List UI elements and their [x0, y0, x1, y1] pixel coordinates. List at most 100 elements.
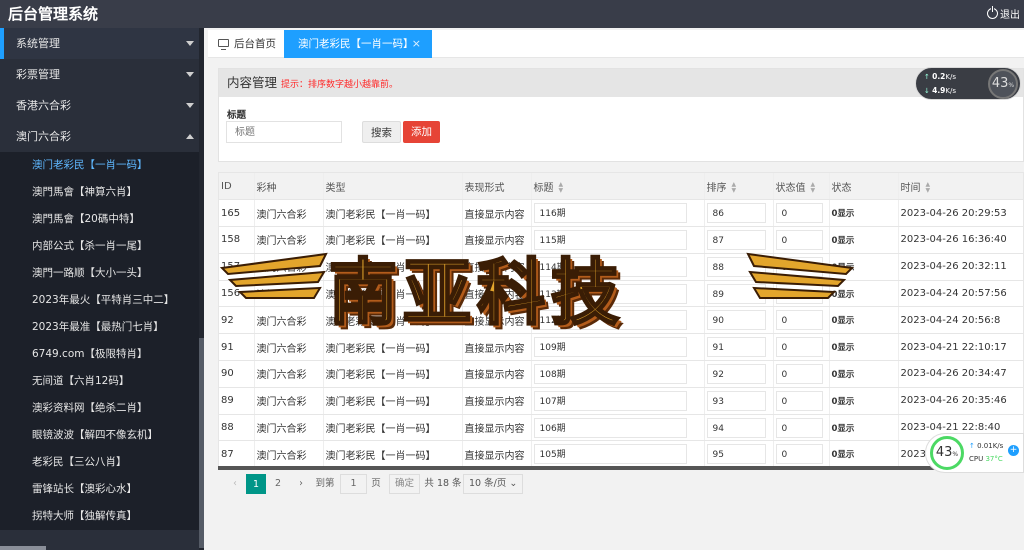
page-size-select[interactable]: 10 条/页 ⌄	[463, 474, 524, 494]
submenu-item[interactable]: 澳彩资料网【绝杀二肖】	[0, 395, 204, 422]
cell-title[interactable]: 106期	[531, 414, 705, 442]
close-icon[interactable]: ×	[412, 30, 421, 58]
cell-order-input[interactable]: 92	[706, 363, 766, 384]
submenu-item[interactable]: 雷锋站长【澳彩心水】	[0, 476, 204, 503]
cell-time: 2023-04-26 20:35:46	[898, 387, 1023, 415]
cell-title[interactable]: 116期	[531, 199, 705, 228]
menu-macau[interactable]: 澳门六合彩	[0, 121, 204, 152]
scrollbar-thumb[interactable]	[199, 338, 204, 548]
tab-current[interactable]: 澳门老彩民【一肖一码】 ×	[284, 30, 432, 58]
submenu-item[interactable]: 澳門馬會【20碼中特】	[0, 206, 204, 233]
arrow-up-icon: ↑	[924, 73, 930, 81]
menu-lottery[interactable]: 彩票管理	[0, 59, 204, 90]
col-status[interactable]: 状态	[829, 173, 899, 201]
submenu-item[interactable]: 内部公式【杀一肖一尾】	[0, 233, 204, 260]
add-button[interactable]: 添加	[403, 121, 440, 143]
table-row[interactable]: 90 澳门六合彩 澳门老彩民【一肖一码】 直接显示内容 108期 92 0 0显示 2023-0…	[219, 360, 1023, 388]
panel-header: 内容管理 提示：排序数字越小越靠前。	[219, 69, 1023, 97]
cell-status-value[interactable]: 0	[773, 360, 830, 388]
cell-order-input[interactable]: 94	[706, 417, 766, 438]
menu-system[interactable]: 系统管理	[0, 28, 204, 59]
cell-title[interactable]: 105期	[531, 440, 705, 467]
page-2-button[interactable]: 2	[268, 474, 288, 494]
cell-order-input[interactable]: 93	[706, 390, 766, 411]
cell-order-input[interactable]: 95	[706, 444, 766, 465]
sort-icon[interactable]: ▲ ▼	[926, 181, 931, 194]
submenu-item[interactable]: 2023年最准【最热门七肖】	[0, 314, 204, 341]
cell-status-value[interactable]: 0	[773, 440, 830, 467]
col-time[interactable]: 时间 ▲ ▼	[898, 173, 1023, 201]
plus-icon[interactable]: +	[1008, 445, 1019, 456]
cell-time: 2023-04-24 20:57:56	[898, 280, 1023, 308]
sidebar-scrollbar[interactable]	[199, 28, 204, 550]
logout-button[interactable]: 退出	[987, 6, 1020, 21]
cell-order[interactable]: 86	[704, 199, 774, 228]
menu-hk[interactable]: 香港六合彩	[0, 90, 204, 121]
title-input[interactable]	[226, 121, 342, 143]
sort-icon[interactable]: ▲ ▼	[559, 181, 564, 194]
cell-status-value-input[interactable]: 0	[775, 444, 824, 465]
cell-title-input[interactable]: 106期	[533, 417, 687, 438]
table-row[interactable]: 89 澳门六合彩 澳门老彩民【一肖一码】 直接显示内容 107期 93 0 0显示 2023-0…	[219, 387, 1023, 415]
table-row[interactable]: 165 澳门六合彩 澳门老彩民【一肖一码】 直接显示内容 116期 86 0 0显示 2023-…	[219, 199, 1023, 228]
submenu-item[interactable]: 老彩民【三公八肖】	[0, 449, 204, 476]
cell-order-input[interactable]: 86	[706, 203, 766, 224]
next-page-button[interactable]: ›	[292, 474, 310, 494]
cell-order[interactable]: 94	[704, 414, 774, 442]
col-lottery[interactable]: 彩种	[254, 173, 324, 201]
cell-status-value[interactable]: 0	[773, 414, 830, 442]
submenu-item[interactable]: 眼镜波波【解四不像玄机】	[0, 422, 204, 449]
cell-order[interactable]: 93	[704, 387, 774, 415]
page-input[interactable]: 1	[340, 474, 367, 494]
table-row[interactable]: 87澳门六合彩澳门老彩民【一肖一码】直接显示内容105期9500显示2023-0…	[219, 440, 1023, 467]
cell-title-input[interactable]: 109期	[533, 337, 687, 358]
col-display[interactable]: 表现形式	[462, 173, 532, 201]
submenu-item[interactable]: 澳門馬會【神算六肖】	[0, 179, 204, 206]
cell-title-input[interactable]: 116期	[533, 203, 687, 224]
cell-status-value[interactable]: 0	[773, 387, 830, 415]
submenu-item[interactable]: 澳門一路顺【大小一头】	[0, 260, 204, 287]
col-id[interactable]: ID	[219, 173, 255, 201]
page-1-button[interactable]: 1	[246, 474, 266, 494]
prev-page-button[interactable]: ‹	[226, 474, 244, 494]
table-row[interactable]: 88 澳门六合彩 澳门老彩民【一肖一码】 直接显示内容 106期 94 0 0显示 2023-0…	[219, 414, 1023, 442]
cell-time: 2023-04-24 20:56:8	[898, 306, 1023, 335]
cell-status-value-input[interactable]: 0	[775, 363, 824, 384]
sidebar-hscrollbar[interactable]	[0, 546, 46, 550]
submenu-item[interactable]: 拐特大师【独解传真】	[0, 503, 204, 530]
cell-title[interactable]: 108期	[531, 360, 705, 388]
submenu-item[interactable]: 2023年最火【平特肖三中二】	[0, 287, 204, 314]
sort-icon[interactable]: ▲ ▼	[732, 181, 737, 194]
cell-display: 直接显示内容	[462, 387, 532, 415]
col-status-value[interactable]: 状态值 ▲ ▼	[773, 173, 830, 201]
cell-status-value-input[interactable]: 0	[775, 203, 824, 224]
cell-type: 澳门老彩民【一肖一码】	[323, 360, 463, 388]
cell-order[interactable]: 91	[704, 333, 774, 362]
cell-order-input[interactable]: 91	[706, 337, 766, 358]
submenu-item[interactable]: 6749.com【极限特肖】	[0, 341, 204, 368]
cell-status-value[interactable]: 0	[773, 199, 830, 228]
cell-status-value-input[interactable]: 0	[775, 337, 824, 358]
search-button[interactable]: 搜索	[362, 121, 401, 143]
submenu-item[interactable]: 无间道【六肖12码】	[0, 368, 204, 395]
submenu-item[interactable]: 澳门老彩民【一肖一码】	[0, 152, 204, 179]
cell-title-input[interactable]: 107期	[533, 390, 687, 411]
tab-label: 后台首页	[234, 38, 276, 50]
cell-title-input[interactable]: 105期	[533, 444, 687, 465]
network-monitor-widget[interactable]: ↑ 0.2K/s ↓ 4.9K/s 43%	[915, 67, 1021, 100]
cell-status-value-input[interactable]: 0	[775, 390, 824, 411]
sort-icon[interactable]: ▲ ▼	[811, 181, 816, 194]
cell-status-value-input[interactable]: 0	[775, 417, 824, 438]
cell-order[interactable]: 95	[704, 440, 774, 467]
col-type[interactable]: 类型	[323, 173, 463, 201]
cell-title[interactable]: 107期	[531, 387, 705, 415]
cpu-monitor-widget[interactable]: 43% ↑ 0.01K/s CPU 37°C +	[925, 433, 1024, 473]
cell-status-value[interactable]: 0	[773, 333, 830, 362]
col-title[interactable]: 标题 ▲ ▼	[531, 173, 705, 201]
tab-home[interactable]: 后台首页	[214, 30, 288, 58]
col-order[interactable]: 排序 ▲ ▼	[704, 173, 774, 201]
table-scrollbar[interactable]	[218, 466, 1024, 470]
cell-order[interactable]: 92	[704, 360, 774, 388]
confirm-button[interactable]: 确定	[389, 474, 421, 494]
cell-title-input[interactable]: 108期	[533, 363, 687, 384]
